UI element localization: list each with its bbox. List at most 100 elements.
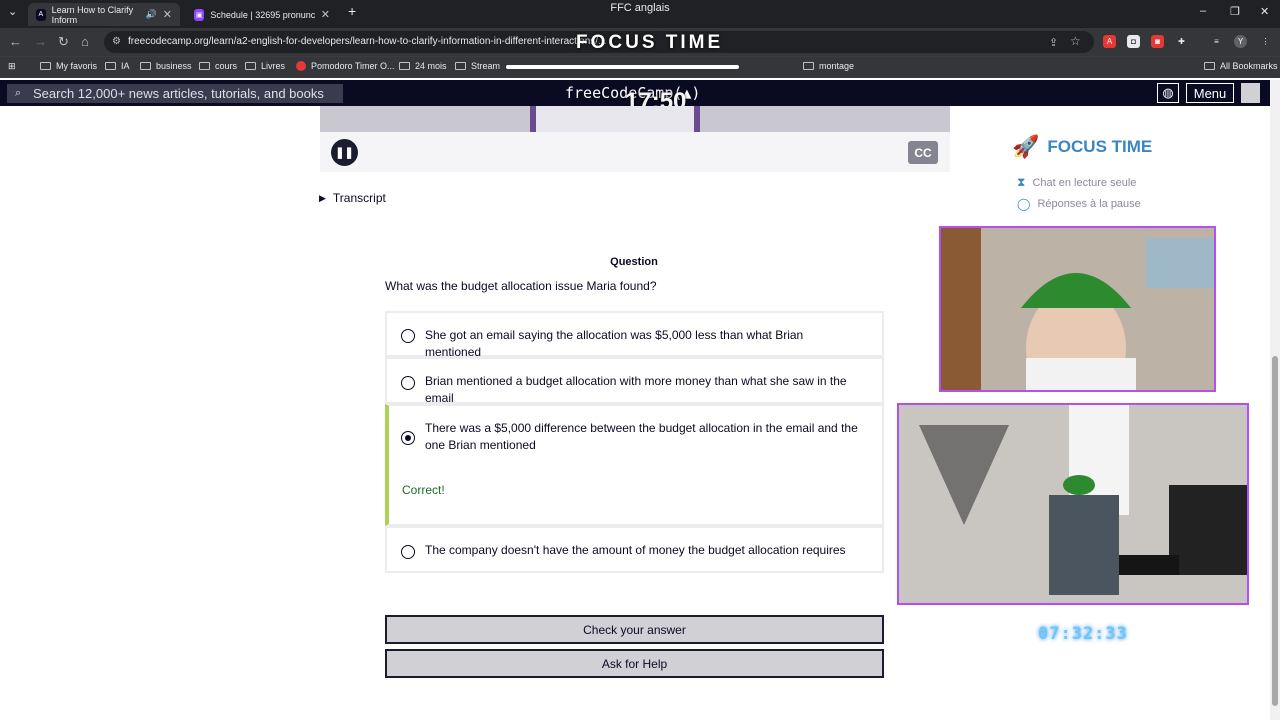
bookmark-montage[interactable]: montage [803, 61, 854, 71]
all-bookmarks[interactable]: All Bookmarks [1204, 61, 1278, 71]
notice-text: Chat en lecture seule [1032, 176, 1137, 189]
answer-option-1[interactable]: She got an email saying the allocation w… [385, 311, 884, 359]
new-tab-button[interactable]: + [348, 3, 356, 19]
notice-text: Réponses à la pause [1037, 198, 1141, 210]
adblock-extension-icon[interactable]: A [1103, 35, 1116, 48]
search-icon: ⌕ [15, 87, 22, 99]
reload-icon[interactable]: ↻ [58, 34, 69, 50]
chat-readonly-notice: ⧗ Chat en lecture seule [1017, 175, 1136, 190]
tomato-icon [296, 61, 306, 71]
more-menu-icon[interactable]: ⋮ [1259, 35, 1272, 48]
minimize-button[interactable]: – [1200, 5, 1206, 17]
search-input[interactable]: ⌕ Search 12,000+ news articles, tutorial… [7, 84, 343, 103]
bookmark-label: cours [215, 61, 238, 71]
video-controls [320, 132, 950, 172]
bookmark-pomodoro[interactable]: Pomodoro Timer O... [296, 61, 395, 71]
bookmark-label: Stream [471, 61, 501, 71]
close-window-button[interactable]: ✕ [1260, 5, 1269, 18]
focus-time-panel-title: 🚀 FOCUS TIME [1012, 134, 1152, 160]
bookmark-label: business [156, 61, 192, 71]
bookmark-cours[interactable]: cours [199, 61, 237, 71]
rocket-icon: 🚀 [1012, 134, 1040, 159]
profile-avatar-icon[interactable]: Y [1234, 35, 1247, 48]
captions-button[interactable]: CC [908, 141, 938, 164]
bookmark-star-icon[interactable]: ☆ [1070, 34, 1081, 48]
extensions-puzzle-icon[interactable]: ✚ [1175, 35, 1188, 48]
folder-icon [399, 62, 410, 70]
radio-button[interactable] [401, 329, 415, 343]
webcam-desk [897, 403, 1249, 605]
webcam-face [939, 226, 1216, 392]
search-placeholder: Search 12,000+ news articles, tutorials,… [33, 86, 324, 101]
folder-icon [455, 62, 466, 70]
video-character [530, 106, 700, 132]
site-info-icon[interactable]: ⚙ [112, 31, 121, 53]
maximize-button[interactable]: ❐ [1230, 5, 1240, 18]
bookmark-label: Livres [261, 61, 286, 71]
overlay-progress-bar [506, 65, 739, 69]
video-frame[interactable] [320, 106, 950, 132]
forward-arrow-icon[interactable]: → [34, 34, 47, 49]
check-answer-button[interactable]: Check your answer [385, 615, 884, 644]
folder-icon [245, 62, 256, 70]
answer-option-4[interactable]: The company doesn't have the amount of m… [385, 526, 884, 573]
transcript-label: Transcript [332, 191, 386, 205]
chat-bubble-icon: ◯ [1017, 197, 1031, 211]
bookmark-my-favoris[interactable]: My favoris [40, 61, 97, 71]
close-tab-icon[interactable]: ✕ [321, 8, 330, 21]
bookmark-ia[interactable]: IA [105, 61, 130, 71]
question-heading: Question [610, 256, 658, 268]
caret-right-icon: ▶ [319, 192, 326, 203]
url-text: freecodecamp.org/learn/a2-english-for-de… [128, 36, 607, 47]
back-arrow-icon[interactable]: ← [9, 34, 22, 49]
folder-icon [199, 62, 210, 70]
schedule-favicon-icon: ▣ [194, 8, 205, 21]
bookmark-label: montage [819, 61, 855, 71]
ask-for-help-button[interactable]: Ask for Help [385, 649, 884, 678]
tab-search-icon[interactable]: ⌄ [8, 5, 17, 18]
radio-button[interactable] [401, 545, 415, 559]
scrollbar-thumb[interactable] [1272, 356, 1278, 706]
folder-icon [1204, 62, 1215, 70]
transcript-toggle[interactable]: ▶ Transcript [319, 191, 386, 205]
extension-icon[interactable]: ◙ [1151, 35, 1164, 48]
folder-icon [40, 62, 51, 70]
webcam-face-image [941, 228, 1214, 390]
close-tab-icon[interactable]: ✕ [163, 8, 172, 21]
pause-button[interactable]: ❚❚ [331, 139, 358, 166]
option-label: She got an email saying the allocation w… [425, 328, 804, 359]
webcam-desk-image [899, 405, 1247, 603]
folder-icon [105, 62, 116, 70]
speaker-icon[interactable]: 🔊 [146, 9, 157, 20]
user-avatar[interactable] [1241, 83, 1260, 103]
answer-option-2[interactable]: Brian mentioned a budget allocation with… [385, 357, 884, 405]
tab-label: Schedule | 32695 pronunciatio [210, 9, 315, 20]
option-label: There was a $5,000 difference between th… [425, 421, 858, 452]
bookmark-business[interactable]: business [140, 61, 192, 71]
reading-list-icon[interactable]: ≡ [1210, 35, 1223, 48]
apps-grid-icon[interactable]: ⊞ [8, 61, 16, 72]
question-text: What was the budget allocation issue Mar… [385, 279, 657, 293]
answers-at-break-notice: ◯ Réponses à la pause [1017, 197, 1141, 211]
bookmark-label: My favoris [56, 61, 98, 71]
tab-learn-clarify[interactable]: A Learn How to Clarify Inform 🔊 ✕ [28, 3, 180, 26]
extension-icon[interactable]: ◘ [1127, 35, 1140, 48]
bookmark-stream[interactable]: Stream [455, 61, 500, 71]
hourglass-icon: ⧗ [1017, 175, 1026, 189]
radio-button-selected[interactable] [401, 431, 415, 445]
answer-option-3[interactable]: There was a $5,000 difference between th… [385, 404, 884, 526]
focus-time-label: FOCUS TIME [1047, 137, 1153, 156]
bookmark-livres[interactable]: Livres [245, 61, 285, 71]
folder-icon [803, 62, 814, 70]
browser-tab-bar: ⌄ A Learn How to Clarify Inform 🔊 ✕ ▣ Sc… [0, 0, 1280, 28]
bookmark-24-mois[interactable]: 24 mois [399, 61, 447, 71]
tab-schedule[interactable]: ▣ Schedule | 32695 pronunciatio ✕ [186, 3, 338, 26]
radio-button[interactable] [401, 376, 415, 390]
bookmark-label: 24 mois [415, 61, 447, 71]
menu-button[interactable]: Menu [1186, 83, 1234, 103]
folder-icon [140, 62, 151, 70]
option-label: Brian mentioned a budget allocation with… [425, 374, 847, 405]
install-icon[interactable]: ⇪ [1049, 36, 1058, 49]
home-icon[interactable]: ⌂ [81, 34, 89, 49]
language-globe-icon[interactable]: ◍ [1157, 83, 1179, 103]
